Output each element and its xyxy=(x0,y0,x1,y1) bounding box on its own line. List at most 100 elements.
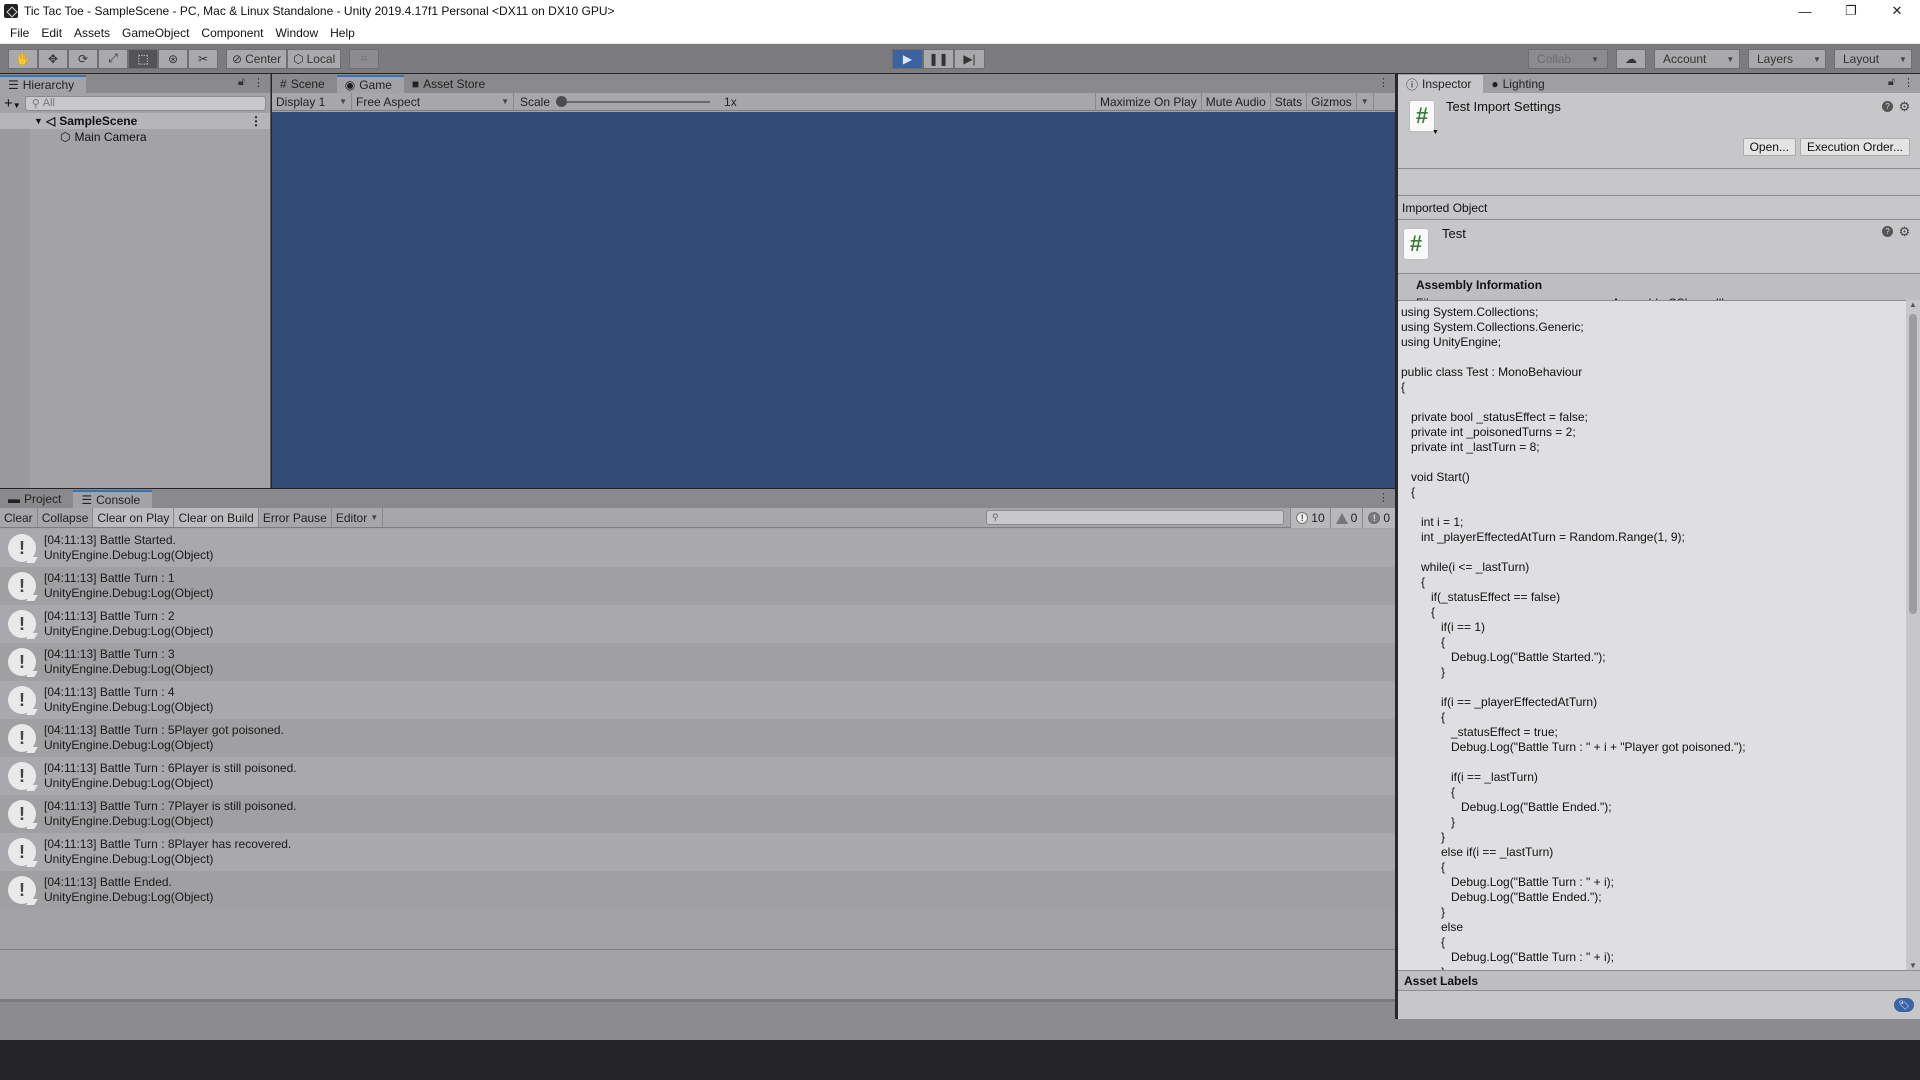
collab-button[interactable]: Collab ▼ xyxy=(1528,49,1608,69)
scroll-down-icon[interactable]: ▼ xyxy=(1909,961,1917,970)
tab-project[interactable]: ▬ Project xyxy=(0,490,73,508)
step-button[interactable]: ▶| xyxy=(954,49,985,69)
grid-snap-button[interactable]: ⌗ xyxy=(349,48,380,69)
scrollbar-thumb[interactable] xyxy=(1909,314,1917,614)
stats-toggle[interactable]: Stats xyxy=(1271,92,1308,111)
scale-tool-button[interactable]: ⤢ xyxy=(98,48,128,69)
collapse-toggle[interactable]: Collapse xyxy=(38,508,94,527)
transform-tool-button[interactable]: ⊛ xyxy=(158,48,188,69)
clear-on-build-toggle[interactable]: Clear on Build xyxy=(174,508,259,527)
open-button[interactable]: Open... xyxy=(1742,138,1796,156)
script-preview: using System.Collections; using System.Co… xyxy=(1398,300,1906,970)
tab-lighting[interactable]: ● Lighting xyxy=(1483,75,1556,93)
hierarchy-search-input[interactable]: ⚲ All xyxy=(24,95,266,111)
console-search-input[interactable]: ⚲ xyxy=(986,510,1284,525)
mute-audio-toggle[interactable]: Mute Audio xyxy=(1202,92,1271,111)
csharp-script-icon: # xyxy=(1404,229,1428,259)
pivot-center-toggle[interactable]: ⊘ Center xyxy=(226,48,288,69)
console-log-entry[interactable]: ! [04:11:13] Battle Turn : 5Player got po… xyxy=(0,719,1395,757)
aspect-dropdown[interactable]: Free Aspect ▼ xyxy=(352,92,514,111)
tab-hierarchy[interactable]: ☰ Hierarchy xyxy=(0,75,87,93)
rect-tool-button[interactable]: ⬚ xyxy=(128,48,158,69)
menu-file[interactable]: File xyxy=(4,26,35,40)
console-detail-divider[interactable] xyxy=(0,949,1395,950)
log-message: [04:11:13] Battle Turn : 3 xyxy=(44,647,175,661)
layout-dropdown[interactable]: Layout ▼ xyxy=(1834,49,1912,69)
chevron-down-icon[interactable]: ▼ xyxy=(1432,129,1439,136)
minimize-button[interactable]: — xyxy=(1782,0,1828,22)
more-options-icon[interactable]: ⋮ xyxy=(1378,76,1389,89)
hand-tool-button[interactable]: ✋ xyxy=(8,48,38,69)
menu-gameobject[interactable]: GameObject xyxy=(116,26,195,40)
pivot-local-toggle[interactable]: ⬡ Local xyxy=(287,48,342,69)
move-tool-button[interactable]: ✥ xyxy=(38,48,68,69)
editor-dropdown[interactable]: Editor ▼ xyxy=(332,508,384,527)
menu-help[interactable]: Help xyxy=(324,26,361,40)
gizmos-toggle[interactable]: Gizmos xyxy=(1307,92,1357,111)
error-count-toggle[interactable]: ! 0 xyxy=(1362,508,1395,528)
gizmos-dropdown[interactable]: ▼ xyxy=(1357,92,1374,111)
rotate-tool-button[interactable]: ⟳ xyxy=(68,48,98,69)
hierarchy-panel: ☰ Hierarchy 🔓︎ ⋮ +▼ ⚲ All ▼ ◁ SampleScene ⋮… xyxy=(0,74,271,488)
console-log-entry[interactable]: ! [04:11:13] Battle Turn : 4 UnityEngine.D… xyxy=(0,681,1395,719)
execution-order-button[interactable]: Execution Order... xyxy=(1799,138,1910,156)
console-log-entry[interactable]: ! [04:11:13] Battle Ended. UnityEngine.Deb… xyxy=(0,871,1395,909)
maximize-button[interactable]: ❐ xyxy=(1828,0,1874,22)
inspector-scrollbar[interactable]: ▲ ▼ xyxy=(1906,300,1920,970)
log-message: [04:11:13] Battle Turn : 8Player has rec… xyxy=(44,837,292,851)
console-log-entry[interactable]: ! [04:11:13] Battle Turn : 7Player is sti… xyxy=(0,795,1395,833)
console-log-entry[interactable]: ! [04:11:13] Battle Turn : 8Player has re… xyxy=(0,833,1395,871)
step-icon: ▶| xyxy=(963,52,976,66)
tab-console[interactable]: ☰ Console xyxy=(73,490,153,508)
gear-icon[interactable]: ⚙ xyxy=(1899,99,1911,114)
slider-thumb[interactable] xyxy=(556,95,568,107)
scroll-up-icon[interactable]: ▲ xyxy=(1909,300,1917,309)
menu-component[interactable]: Component xyxy=(195,26,269,40)
layers-dropdown[interactable]: Layers ▼ xyxy=(1748,49,1826,69)
log-count-toggle[interactable]: ! 10 xyxy=(1290,508,1330,528)
create-button[interactable]: +▼ xyxy=(4,95,21,112)
play-button[interactable]: ▶ xyxy=(892,49,923,69)
aspect-label: Free Aspect xyxy=(356,94,421,109)
tab-asset-store[interactable]: ■ Asset Store xyxy=(404,75,497,93)
label-tag-icon[interactable]: 🏷︎ xyxy=(1894,998,1914,1012)
help-icon[interactable]: ? xyxy=(1882,101,1893,112)
expand-arrow-icon[interactable]: ▼ xyxy=(34,116,43,126)
menu-edit[interactable]: Edit xyxy=(35,26,68,40)
clear-on-play-toggle[interactable]: Clear on Play xyxy=(93,508,175,527)
menu-window[interactable]: Window xyxy=(269,26,324,40)
custom-tool-button[interactable]: ✂ xyxy=(188,48,218,69)
console-log-entry[interactable]: ! [04:11:13] Battle Turn : 1 UnityEngine.D… xyxy=(0,567,1395,605)
tab-game[interactable]: ◉ Game xyxy=(336,75,404,93)
account-dropdown[interactable]: Account ▼ xyxy=(1654,49,1740,69)
maximize-on-play-toggle[interactable]: Maximize On Play xyxy=(1096,92,1202,111)
warning-count-toggle[interactable]: 0 xyxy=(1329,508,1363,528)
console-log-entry[interactable]: ! [04:11:13] Battle Turn : 2 UnityEngine.D… xyxy=(0,605,1395,643)
console-log-entry[interactable]: ! [04:11:13] Battle Started. UnityEngine.D… xyxy=(0,529,1395,567)
scale-slider[interactable] xyxy=(556,95,711,107)
hierarchy-item-main-camera[interactable]: ⬡ Main Camera xyxy=(0,129,270,145)
display-dropdown[interactable]: Display 1 ▼ xyxy=(272,92,352,111)
clear-button[interactable]: Clear xyxy=(0,508,38,527)
console-log-entry[interactable]: ! [04:11:13] Battle Turn : 6Player is sti… xyxy=(0,757,1395,795)
lock-icon[interactable]: 🔓︎ xyxy=(238,76,245,89)
scene-menu-icon[interactable]: ⋮ xyxy=(250,114,262,128)
close-button[interactable]: ✕ xyxy=(1874,0,1920,22)
help-icon[interactable]: ? xyxy=(1882,226,1893,237)
scale-control: Scale 1x xyxy=(514,92,1096,111)
more-options-icon[interactable]: ⋮ xyxy=(1903,76,1914,89)
console-log-entry[interactable]: ! [04:11:13] Battle Turn : 3 UnityEngine.D… xyxy=(0,643,1395,681)
game-render-area[interactable] xyxy=(272,112,1395,488)
gear-icon[interactable]: ⚙ xyxy=(1899,224,1911,239)
more-options-icon[interactable]: ⋮ xyxy=(253,76,264,89)
error-pause-toggle[interactable]: Error Pause xyxy=(259,508,332,527)
tab-inspector[interactable]: ⓘ Inspector xyxy=(1398,75,1484,93)
pause-button[interactable]: ❚❚ xyxy=(923,49,954,69)
more-options-icon[interactable]: ⋮ xyxy=(1378,491,1389,504)
lock-icon[interactable]: 🔓︎ xyxy=(1888,76,1895,89)
tab-scene[interactable]: # Scene xyxy=(272,75,337,93)
rotate-icon: ⟳ xyxy=(77,51,89,66)
menu-assets[interactable]: Assets xyxy=(68,26,116,40)
scene-row[interactable]: ▼ ◁ SampleScene ⋮ xyxy=(0,113,270,129)
cloud-button[interactable]: ☁ xyxy=(1616,49,1646,69)
